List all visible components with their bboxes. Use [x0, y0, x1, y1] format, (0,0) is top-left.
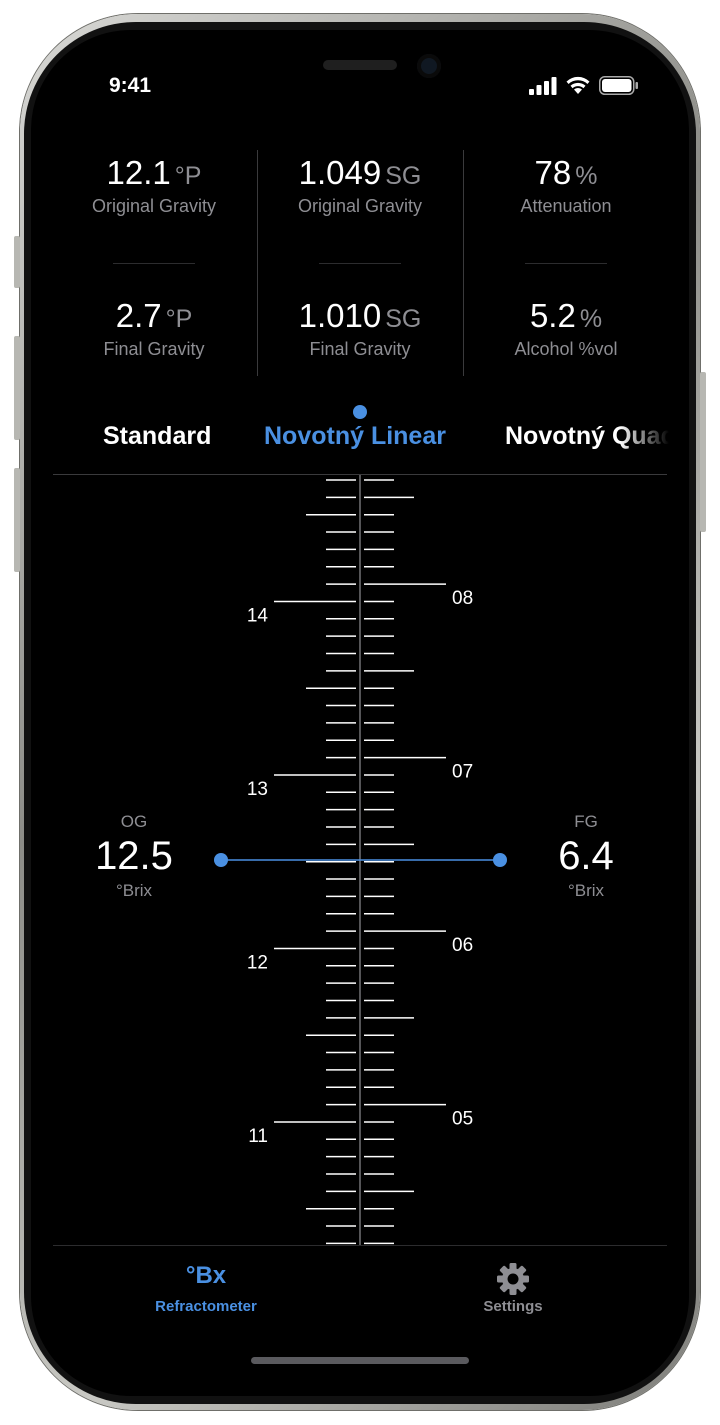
og-caption: OG: [120, 812, 148, 831]
og-handle[interactable]: [214, 853, 228, 867]
tab-settings-bar[interactable]: Settings: [433, 1262, 593, 1315]
tab-refractometer-label: Refractometer: [155, 1298, 257, 1315]
battery-icon: [599, 76, 638, 95]
power-button: [700, 372, 706, 532]
row-divider: [319, 263, 401, 264]
row-divider: [525, 263, 607, 264]
og-scale-label: 12: [247, 952, 268, 973]
attenuation-value: 78: [534, 154, 572, 191]
column-divider: [257, 150, 258, 376]
attenuation-stat: 78% Attenuation: [471, 154, 661, 217]
tab-settings-label: Settings: [483, 1298, 543, 1315]
fg-sg-value: 1.010: [298, 297, 382, 334]
fg-scale-label: 05: [452, 1109, 473, 1130]
fg-scale-label: 06: [452, 935, 473, 956]
tab-novotny-linear[interactable]: Novotný Linear: [264, 422, 446, 451]
og-plato-stat: 12.1 °P Original Gravity: [59, 154, 249, 217]
fg-unit: °Brix: [567, 881, 605, 900]
fg-sg-stat: 1.010 SG Final Gravity: [265, 297, 455, 360]
tabbar-divider: [53, 1245, 667, 1246]
abv-unit: %: [579, 305, 603, 333]
fg-plato-unit: °P: [165, 305, 193, 333]
tab-novotny-quadratic[interactable]: Novotný Quadratic: [505, 422, 669, 451]
row-divider: [113, 263, 195, 264]
fg-plato-stat: 2.7 °P Final Gravity: [59, 297, 249, 360]
og-sg-value: 1.049: [298, 154, 382, 191]
volume-up-button: [14, 336, 20, 440]
tab-refractometer[interactable]: °Bx Refractometer: [126, 1262, 286, 1315]
abv-stat: 5.2% Alcohol %vol: [471, 297, 661, 360]
speaker-grille: [323, 60, 397, 70]
status-time: 9:41: [109, 74, 152, 97]
brix-icon: °Bx: [185, 1262, 227, 1289]
og-unit: °Brix: [115, 881, 153, 900]
og-scale-label: 14: [247, 605, 269, 626]
app-screen: 9:41 12.1 °P Original Gravity 1.049 SG Ori…: [31, 30, 689, 1396]
fg-scale-label: 08: [452, 588, 473, 609]
fg-value: 6.4: [558, 834, 614, 878]
tab-novotny-quadratic-clip: Novotný Quadratic: [505, 400, 669, 470]
attenuation-label: Attenuation: [520, 196, 612, 216]
wifi-icon: [566, 76, 590, 94]
front-camera: [417, 54, 441, 78]
og-plato-unit: °P: [174, 162, 202, 190]
abv-value: 5.2: [529, 297, 576, 334]
og-scale-label: 13: [247, 779, 268, 800]
fg-plato-label: Final Gravity: [103, 339, 205, 359]
og-plato-value: 12.1: [106, 154, 171, 191]
og-scale-label: 11: [248, 1126, 268, 1147]
fg-plato-value: 2.7: [115, 297, 162, 334]
og-sg-unit: SG: [385, 162, 422, 190]
og-value: 12.5: [95, 834, 173, 878]
fg-caption: FG: [574, 812, 598, 831]
fg-sg-unit: SG: [385, 305, 422, 333]
og-sg-label: Original Gravity: [297, 196, 423, 216]
status-icons: [529, 76, 639, 95]
attenuation-unit: %: [575, 162, 598, 190]
og-sg-stat: 1.049 SG Original Gravity: [265, 154, 455, 217]
abv-label: Alcohol %vol: [514, 339, 618, 359]
column-divider: [463, 150, 464, 376]
og-plato-label: Original Gravity: [91, 196, 217, 216]
volume-down-button: [14, 468, 20, 572]
formula-tabs: Standard Novotný Linear Novotný Quadrati…: [53, 400, 669, 470]
fg-readout: FG 6.4 °Brix: [526, 812, 646, 901]
home-indicator: [251, 1357, 469, 1364]
gear-icon: [433, 1262, 593, 1295]
fg-scale-label: 07: [452, 762, 473, 783]
mute-switch: [14, 236, 20, 288]
fg-handle[interactable]: [493, 853, 507, 867]
fg-sg-label: Final Gravity: [309, 339, 411, 359]
og-readout: OG 12.5 °Brix: [74, 812, 194, 901]
tab-standard[interactable]: Standard: [103, 422, 211, 451]
cellular-signal-icon: [529, 76, 557, 95]
